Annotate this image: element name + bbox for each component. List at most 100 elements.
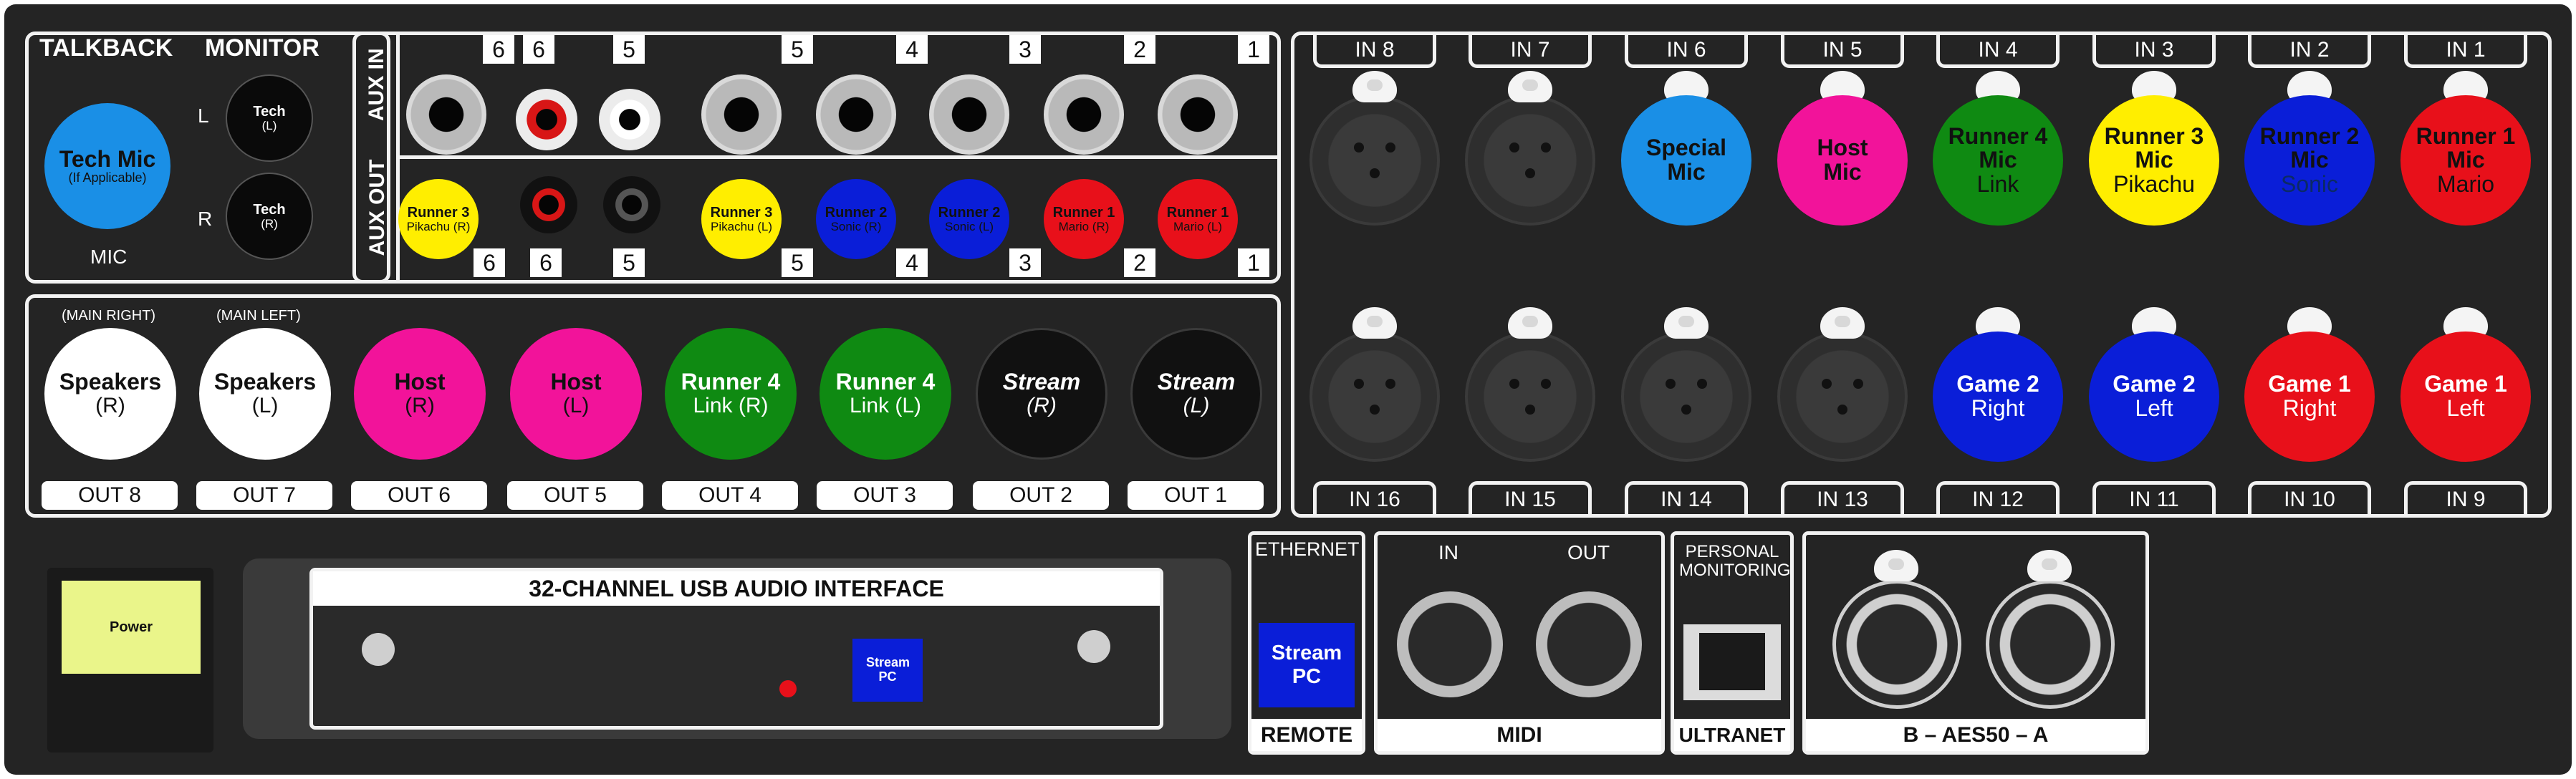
aes50-b-port[interactable]	[1832, 580, 1961, 709]
monitor-right-jack[interactable]: Tech (R)	[226, 173, 313, 260]
monitor-left-jack[interactable]: Tech (L)	[226, 74, 313, 162]
midi-in-port[interactable]	[1397, 591, 1503, 697]
output-jack[interactable]: Speakers (L)	[199, 328, 331, 460]
aux-label-column: AUX IN AUX OUT	[356, 35, 396, 280]
aux-out-3-jack[interactable]: Runner 2 Sonic (L)	[929, 179, 1009, 259]
inputs-section	[1291, 32, 2552, 518]
aes50-a-port[interactable]	[1986, 580, 2115, 709]
input-number-label: IN 14	[1625, 481, 1748, 514]
output-jack[interactable]: Host (L)	[510, 328, 642, 460]
aux-out-number-tag: 4	[896, 248, 928, 277]
input-jack-sub: Sonic	[2280, 170, 2339, 197]
input-number-label: IN 12	[1936, 481, 2060, 514]
input-jack[interactable]: Game 1 Left	[2400, 332, 2531, 462]
output-jack[interactable]: Host (R)	[354, 328, 486, 460]
aux-in-5-jack[interactable]	[701, 74, 782, 155]
input-jack[interactable]: Runner 2 Mic Sonic	[2244, 95, 2375, 226]
aux-out-3-sub: Sonic (L)	[944, 219, 994, 233]
input-jack[interactable]: Game 2 Right	[1933, 332, 2063, 462]
aux-in-5-rca-jack[interactable]	[599, 89, 660, 150]
aux-out-5-rca-jack[interactable]	[603, 176, 660, 233]
input-jack-name: Runner 2 Mic	[2259, 122, 2360, 173]
midi-in-label: IN	[1438, 541, 1458, 563]
output-jack[interactable]: Stream (L)	[1130, 328, 1262, 460]
aux-out-1-jack[interactable]: Runner 1 Mario (L)	[1158, 179, 1238, 259]
output-jack-sub: Link (L)	[849, 394, 922, 418]
xlr-pin	[1541, 379, 1551, 389]
input-jack-name: Game 2	[2113, 371, 2196, 397]
output-jack-sub: (R)	[95, 394, 125, 418]
input-jack[interactable]: Game 2 Left	[2089, 332, 2219, 462]
xlr-input-jack[interactable]	[1309, 95, 1440, 226]
aes50-a-latch	[2027, 550, 2072, 581]
aux-out-5-sub: Pikachu (L)	[711, 219, 772, 233]
aux-in-1-jack[interactable]	[1158, 74, 1238, 155]
aux-out-6-rca-jack[interactable]	[520, 176, 577, 233]
aux-out-6-name: Runner 3	[407, 204, 470, 221]
aux-in-number-tag: 5	[613, 35, 645, 64]
input-number-label: IN 8	[1313, 35, 1436, 68]
usb-card-led	[779, 680, 797, 697]
input-number-label: IN 5	[1781, 35, 1904, 68]
aux-in-number-tag: 6	[483, 35, 514, 64]
xlr-latch	[1508, 307, 1552, 339]
talkback-mic-sub: (If Applicable)	[68, 170, 147, 185]
output-number-label: OUT 1	[1128, 481, 1264, 510]
output-jack[interactable]: Speakers (R)	[44, 328, 176, 460]
aux-divider	[396, 155, 1277, 159]
aux-out-4-jack[interactable]: Runner 2 Sonic (R)	[816, 179, 896, 259]
input-jack-sub: Mario	[2436, 170, 2494, 197]
aux-in-2-jack[interactable]	[1044, 74, 1124, 155]
aux-label-divider	[396, 35, 400, 280]
xlr-pin	[1385, 142, 1395, 153]
xlr-latch	[1352, 71, 1397, 102]
output-jack[interactable]: Runner 4 Link (L)	[820, 328, 951, 460]
input-jack-name: Game 2	[1956, 371, 2039, 397]
xlr-pin	[1354, 142, 1364, 153]
input-jack[interactable]: Host Mic	[1777, 95, 1908, 226]
input-jack[interactable]: Runner 1 Mic Mario	[2400, 95, 2531, 226]
output-jack[interactable]: Runner 4 Link (R)	[665, 328, 797, 460]
monitor-left-sub: (L)	[261, 118, 277, 132]
xlr-input-jack[interactable]	[1621, 332, 1751, 462]
input-jack-name: Game 1	[2268, 371, 2351, 397]
input-jack[interactable]: Game 1 Right	[2244, 332, 2375, 462]
xlr-input-jack[interactable]	[1465, 95, 1595, 226]
xlr-input-jack[interactable]	[1309, 332, 1440, 462]
remote-port[interactable]: Stream PC	[1259, 623, 1355, 707]
xlr-pin	[1853, 379, 1863, 389]
output-number-label: OUT 6	[351, 481, 487, 510]
aux-out-4-sub: Sonic (R)	[830, 219, 882, 233]
aux-in-3-jack[interactable]	[929, 74, 1009, 155]
input-jack[interactable]: Special Mic	[1621, 95, 1751, 226]
output-number-label: OUT 4	[662, 481, 798, 510]
talkback-mic-jack[interactable]: Tech Mic (If Applicable)	[44, 103, 170, 229]
aux-out-2-name: Runner 1	[1052, 204, 1115, 221]
input-number-label: IN 2	[2248, 35, 2371, 68]
output-jack-name: Stream	[1157, 369, 1236, 395]
usb-card-screw-right	[1077, 630, 1110, 663]
input-jack[interactable]: Runner 4 Mic Link	[1933, 95, 2063, 226]
output-jack-sub: (L)	[1183, 394, 1210, 418]
usb-card-title: 32-CHANNEL USB AUDIO INTERFACE	[529, 575, 944, 601]
input-jack-sub: Left	[2135, 395, 2173, 421]
xlr-input-jack[interactable]	[1777, 332, 1908, 462]
xlr-input-jack[interactable]	[1465, 332, 1595, 462]
output-jack[interactable]: Stream (R)	[976, 328, 1107, 460]
midi-out-port[interactable]	[1536, 591, 1642, 697]
aux-in-4-jack[interactable]	[816, 74, 896, 155]
main-left-label: (MAIN LEFT)	[216, 308, 301, 324]
usb-port[interactable]: Stream PC	[852, 639, 923, 702]
aux-out-6-jack[interactable]: Runner 3 Pikachu (R)	[398, 179, 479, 259]
input-jack[interactable]: Runner 3 Mic Pikachu	[2089, 95, 2219, 226]
aux-out-5-jack[interactable]: Runner 3 Pikachu (L)	[701, 179, 782, 259]
aux-in-number-tag: 4	[896, 35, 928, 64]
aux-in-6-jack[interactable]	[406, 74, 486, 155]
output-number-label: OUT 3	[817, 481, 953, 510]
power-switch[interactable]: Power	[62, 581, 201, 674]
monitor-right-name: Tech	[253, 201, 286, 218]
input-jack-name: Runner 1 Mic	[2416, 122, 2516, 173]
ultranet-port[interactable]	[1683, 624, 1781, 700]
aux-in-6-rca-jack[interactable]	[516, 89, 577, 150]
aux-out-2-jack[interactable]: Runner 1 Mario (R)	[1044, 179, 1124, 259]
